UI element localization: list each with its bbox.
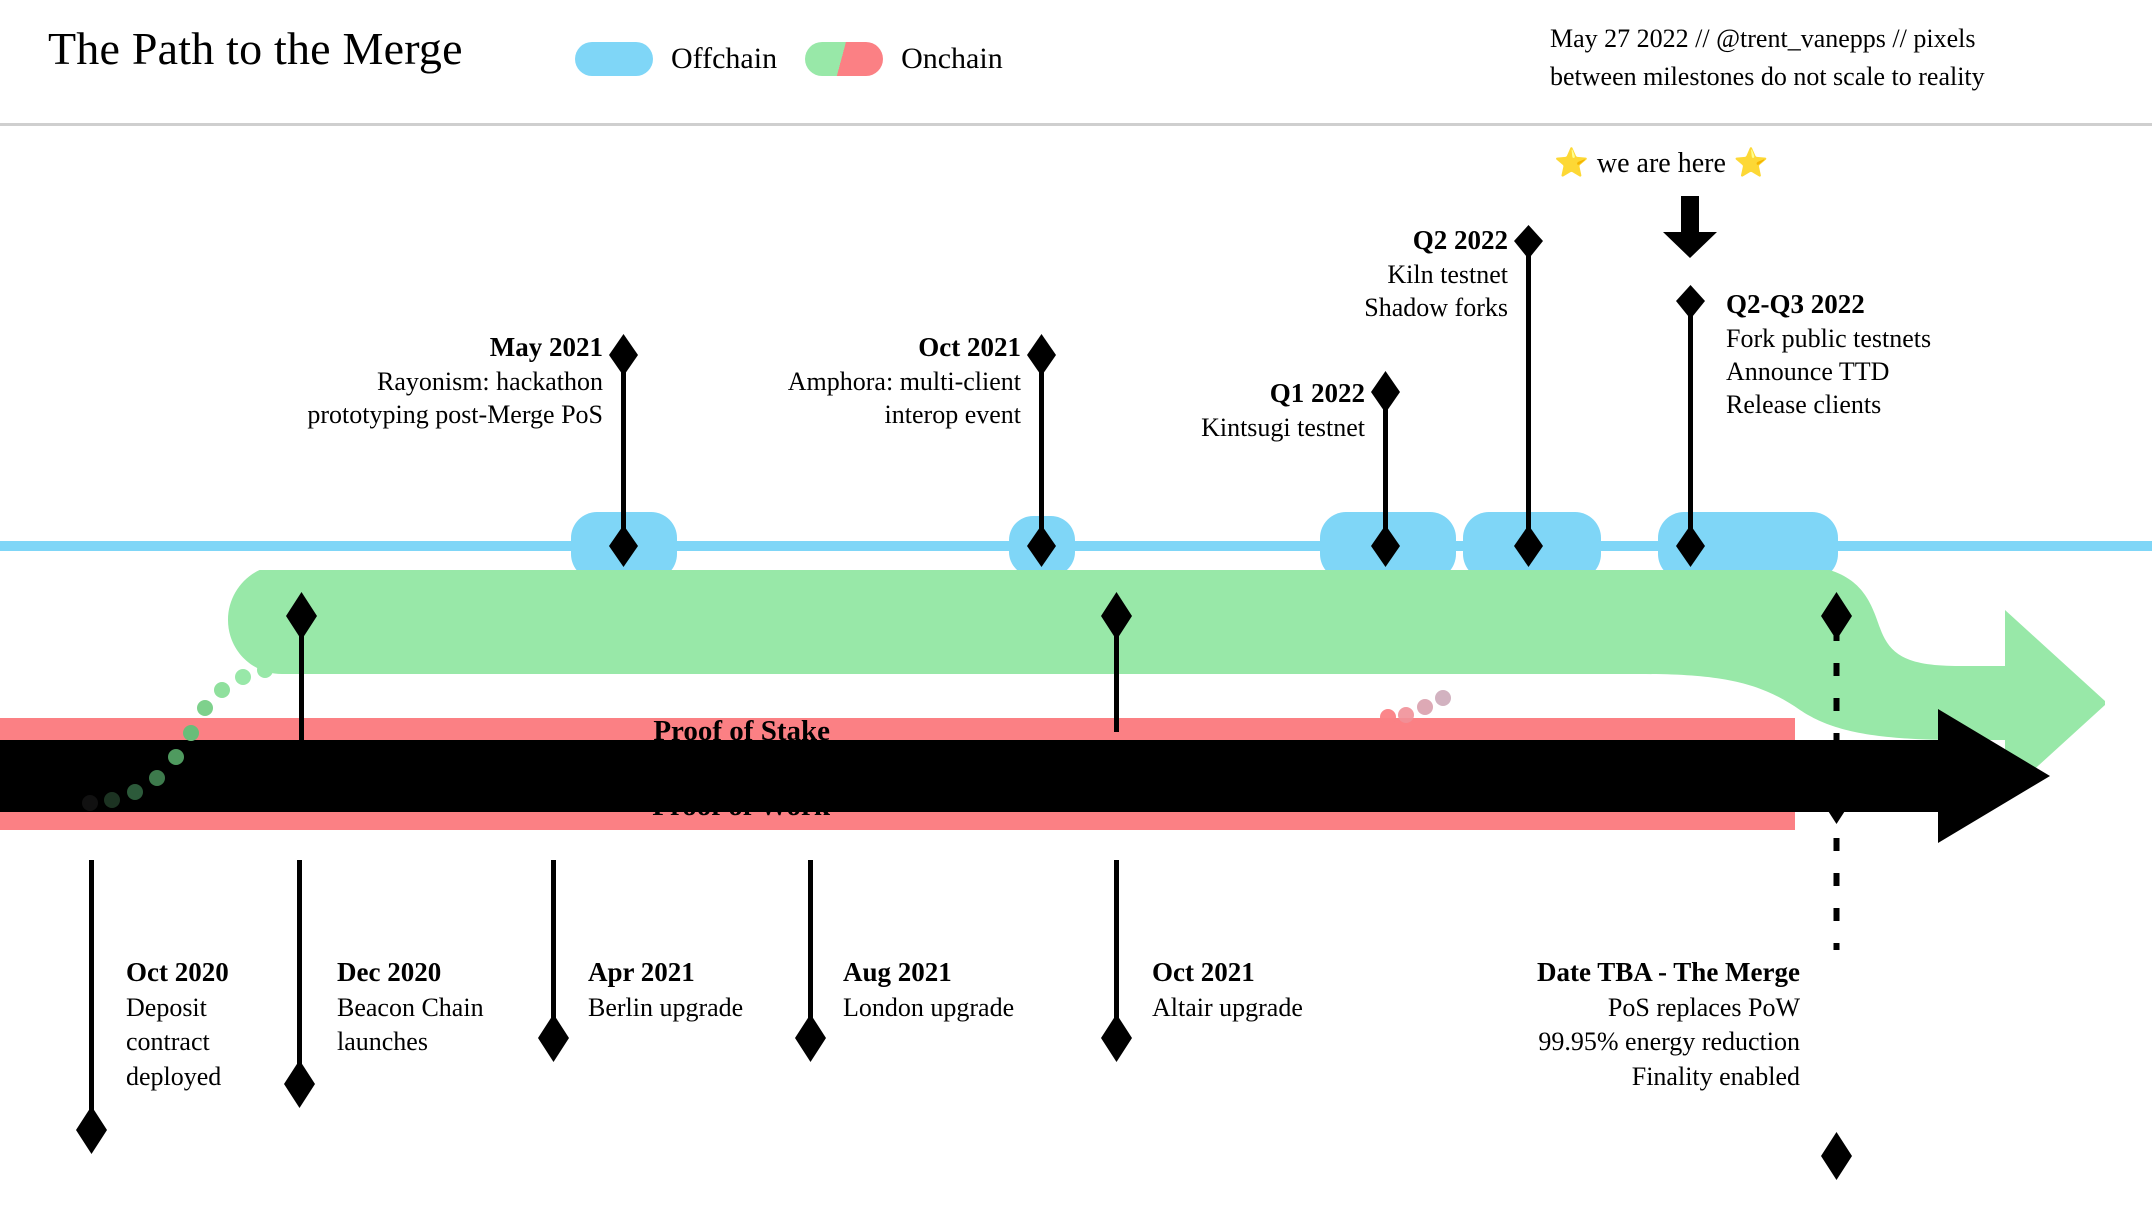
diamond-oct-2020 xyxy=(76,1106,107,1154)
milestone-onchain-apr-2021: Apr 2021 Berlin upgrade xyxy=(588,955,868,1025)
star-icon-right: ⭐ xyxy=(1733,148,1769,179)
milestone-detail-line: interop event xyxy=(884,399,1021,429)
milestone-onchain-the-merge: Date TBA - The Merge PoS replaces PoW 99… xyxy=(1380,955,1800,1095)
milestone-detail-line: Amphora: multi-client xyxy=(787,366,1021,396)
milestone-offchain-q2-q3-2022: Q2-Q3 2022 Fork public testnets Announce… xyxy=(1726,287,2126,421)
milestone-detail-line: Beacon Chain xyxy=(337,992,484,1022)
we-are-here-annotation: ⭐ we are here ⭐ xyxy=(1554,148,1769,180)
milestone-detail-line: Fork public testnets xyxy=(1726,323,1932,353)
milestone-detail-line: London upgrade xyxy=(843,992,1015,1022)
diamond-oct-2021-top xyxy=(1027,334,1056,376)
we-are-here-label: we are here xyxy=(1596,148,1726,179)
header-bar: The Path to the Merge Offchain Onchain M… xyxy=(0,0,2152,126)
diamond-may-2021-top xyxy=(609,334,638,376)
q2-q3-2022-stem-upper xyxy=(1676,285,1705,365)
legend-swatch-offchain-icon xyxy=(575,42,653,76)
milestone-detail-line: launches xyxy=(337,1027,428,1057)
milestone-detail-line: Rayonism: hackathon xyxy=(376,366,603,396)
stem-q2-2022 xyxy=(1526,330,1531,546)
legend-item-offchain: Offchain xyxy=(575,42,777,76)
milestone-detail-line: Announce TTD xyxy=(1726,356,1890,386)
milestone-detail-line: Shadow forks xyxy=(1364,292,1508,322)
milestone-date: Q1 2022 xyxy=(1269,378,1365,408)
milestone-detail-line: Release clients xyxy=(1726,390,1882,420)
milestone-offchain-q2-2022: Q2 2022 Kiln testnet Shadow forks xyxy=(1178,223,1508,324)
diamond-q2-q3-2022-head xyxy=(1676,285,1705,319)
milestone-offchain-oct-2021: Oct 2021 Amphora: multi-client interop e… xyxy=(641,330,1021,431)
milestone-detail-line: Kintsugi testnet xyxy=(1201,412,1365,442)
milestone-detail-line: Berlin upgrade xyxy=(588,992,744,1022)
legend-swatch-onchain-icon xyxy=(805,42,884,76)
milestone-date: Oct 2020 xyxy=(126,957,229,987)
milestone-date: Q2-Q3 2022 xyxy=(1726,289,1865,319)
milestone-date: May 2021 xyxy=(489,332,603,362)
legend: Offchain Onchain xyxy=(575,36,1003,82)
milestone-detail-line: contract xyxy=(126,1027,210,1057)
milestone-detail-line: Deposit xyxy=(126,992,207,1022)
milestone-detail-line: prototyping post-Merge PoS xyxy=(307,399,603,429)
milestone-onchain-oct-2020: Oct 2020 Deposit contract deployed xyxy=(126,955,346,1095)
down-arrow-icon xyxy=(1663,196,1717,258)
milestone-offchain-may-2021: May 2021 Rayonism: hackathon prototyping… xyxy=(173,330,603,431)
milestone-date: Oct 2021 xyxy=(918,332,1021,362)
milestone-detail-line: 99.95% energy reduction xyxy=(1538,1027,1800,1057)
milestone-onchain-dec-2020: Dec 2020 Beacon Chain launches xyxy=(337,955,597,1060)
lane-label-proof-of-stake: Proof of Stake xyxy=(653,715,830,747)
milestone-detail-line: PoS replaces PoW xyxy=(1607,992,1800,1022)
stem-oct-2021 xyxy=(1039,355,1044,546)
lane-label-proof-of-work: Proof of Work xyxy=(652,790,830,822)
milestone-detail-line: Kiln testnet xyxy=(1387,259,1508,289)
milestone-date: Aug 2021 xyxy=(843,957,952,987)
stem-oct-2020 xyxy=(89,860,94,1130)
milestone-date: Apr 2021 xyxy=(588,957,695,987)
diamond-q2-2022-head xyxy=(1514,225,1543,259)
star-icon-left: ⭐ xyxy=(1554,148,1589,179)
page-title: The Path to the Merge xyxy=(48,23,463,74)
credit-note: May 27 2022 // @trent_vanepps // pixels … xyxy=(1550,20,2110,95)
stem-q1-2022 xyxy=(1383,392,1388,546)
legend-label-offchain: Offchain xyxy=(671,42,778,75)
milestone-detail-line: deployed xyxy=(126,1062,222,1092)
milestone-date: Q2 2022 xyxy=(1412,225,1508,255)
timeline-infographic: The Path to the Merge Offchain Onchain M… xyxy=(0,0,2152,1218)
q2-2022-stem-upper xyxy=(1514,225,1543,345)
stem-may-2021 xyxy=(621,355,626,546)
diamond-q1-2022-top xyxy=(1371,371,1400,413)
credit-line-2: between milestones do not scale to reali… xyxy=(1550,61,1985,91)
milestone-detail-line: Finality enabled xyxy=(1631,1062,1800,1092)
diamond-merge-bottom xyxy=(1821,1132,1852,1180)
legend-label-onchain: Onchain xyxy=(901,42,1003,75)
milestone-date: Date TBA - The Merge xyxy=(1537,957,1800,987)
legend-item-onchain: Onchain xyxy=(805,42,1003,76)
milestone-onchain-aug-2021: Aug 2021 London upgrade xyxy=(843,955,1143,1025)
milestone-offchain-q1-2022: Q1 2022 Kintsugi testnet xyxy=(1065,376,1365,444)
credit-line-1: May 27 2022 // @trent_vanepps // pixels xyxy=(1550,24,1976,53)
milestone-date: Dec 2020 xyxy=(337,957,442,987)
